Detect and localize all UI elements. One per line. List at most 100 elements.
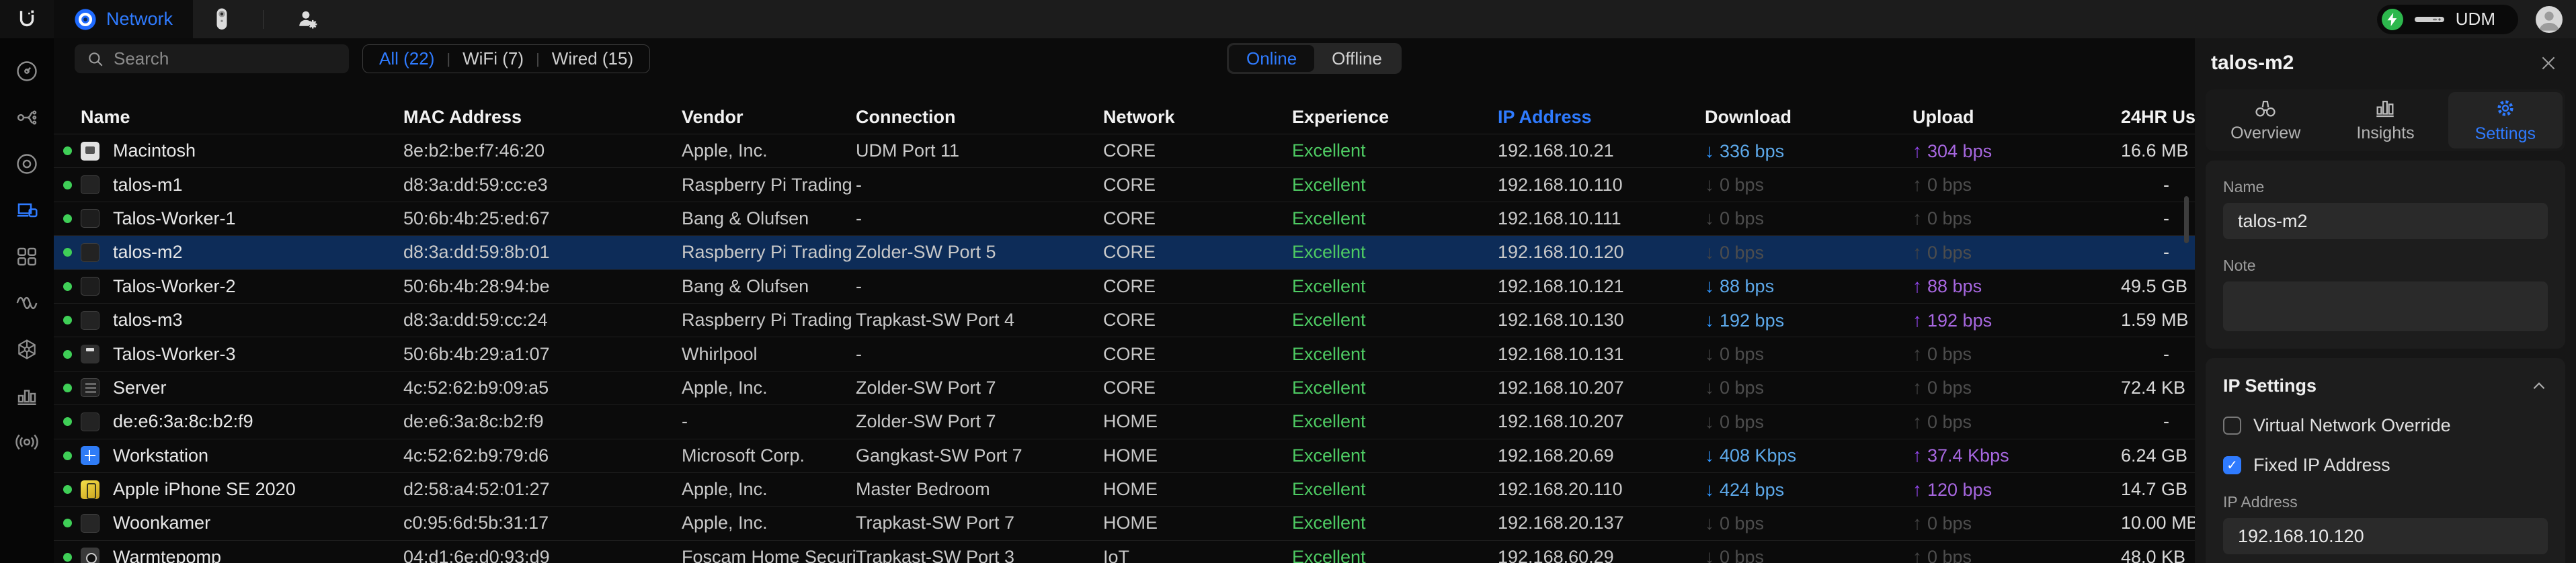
table-row[interactable]: Woonkamerc0:95:6d:5b:31:17Apple, Inc.Tra… xyxy=(54,507,2195,540)
table-row[interactable]: Talos-Worker-150:6b:4b:25:ed:67Bang & Ol… xyxy=(54,202,2195,236)
device-thumbnail xyxy=(81,514,99,533)
sidebar-item-dashboard[interactable] xyxy=(11,56,42,87)
device-thumbnail xyxy=(81,142,99,161)
sidebar-item-hotspot[interactable] xyxy=(11,427,42,458)
vendor: Bang & Olufsen xyxy=(682,276,856,297)
checkbox-icon: ✓ xyxy=(2223,456,2241,474)
sidebar-item-topology[interactable] xyxy=(11,102,42,133)
table-row[interactable]: Macintosh8e:b2:be:f7:46:20Apple, Inc.UDM… xyxy=(54,134,2195,168)
col-download[interactable]: Download xyxy=(1705,107,1913,128)
tab-network[interactable]: Network xyxy=(54,0,193,38)
table-row[interactable]: Server4c:52:62:b9:09:a5Apple, Inc.Zolder… xyxy=(54,372,2195,405)
online-status-icon xyxy=(63,350,72,359)
vendor: Apple, Inc. xyxy=(682,140,856,161)
usage-24hr: 14.7 GB xyxy=(2121,479,2195,500)
upload: ↑0 bps xyxy=(1913,343,2121,365)
col-connection[interactable]: Connection xyxy=(856,107,1103,128)
gear-icon xyxy=(2495,97,2516,119)
col-ip-address[interactable]: IP Address xyxy=(1498,107,1705,128)
col-upload[interactable]: Upload xyxy=(1913,107,2121,128)
status-dot xyxy=(54,384,81,392)
col-network[interactable]: Network xyxy=(1103,107,1292,128)
col-mac[interactable]: MAC Address xyxy=(403,107,682,128)
search-input[interactable]: Search xyxy=(75,44,349,73)
note-input[interactable] xyxy=(2223,282,2548,331)
table-row[interactable]: de:e6:3a:8c:b2:f9de:e6:3a:8c:b2:f9-Zolde… xyxy=(54,405,2195,439)
toggle-offline[interactable]: Offline xyxy=(1314,45,1400,72)
table-scrollbar[interactable] xyxy=(2184,196,2189,243)
table-body: Macintosh8e:b2:be:f7:46:20Apple, Inc.UDM… xyxy=(54,134,2195,563)
unifi-logo[interactable] xyxy=(0,0,54,38)
mac-address: 8e:b2:be:f7:46:20 xyxy=(403,140,682,161)
experience: Excellent xyxy=(1292,513,1498,533)
tab-protect[interactable] xyxy=(193,0,251,38)
experience: Excellent xyxy=(1292,445,1498,466)
download: ↓0 bps xyxy=(1705,513,1913,534)
table-row[interactable]: talos-m2d8:3a:dd:59:8b:01Raspberry Pi Tr… xyxy=(54,236,2195,269)
usage-24hr: 49.5 GB xyxy=(2121,276,2195,297)
filter-separator: | xyxy=(446,50,450,68)
download-arrow-icon: ↓ xyxy=(1705,140,1714,161)
sidebar-item-unifi-devices[interactable] xyxy=(11,148,42,179)
virtual-network-override-checkbox[interactable]: ✓ Virtual Network Override xyxy=(2223,415,2548,436)
experience: Excellent xyxy=(1292,344,1498,365)
device-thumbnail xyxy=(81,446,99,465)
toggle-online[interactable]: Online xyxy=(1229,45,1314,72)
close-icon[interactable] xyxy=(2538,53,2559,73)
sidebar-item-networks[interactable] xyxy=(11,241,42,272)
download: ↓0 bps xyxy=(1705,174,1913,196)
download-arrow-icon: ↓ xyxy=(1705,343,1714,364)
download-arrow-icon: ↓ xyxy=(1705,174,1714,195)
table-row[interactable]: Apple iPhone SE 2020d2:58:a4:52:01:27App… xyxy=(54,473,2195,507)
download-arrow-icon: ↓ xyxy=(1705,242,1714,263)
client-name: de:e6:3a:8c:b2:f9 xyxy=(81,411,403,432)
filter-wifi[interactable]: WiFi (7) xyxy=(462,48,524,69)
filter-all[interactable]: All (22) xyxy=(379,48,434,69)
experience: Excellent xyxy=(1292,140,1498,161)
upload: ↑0 bps xyxy=(1913,208,2121,229)
user-avatar[interactable] xyxy=(2536,6,2563,33)
table-row[interactable]: Talos-Worker-250:6b:4b:28:94:beBang & Ol… xyxy=(54,270,2195,304)
tab-settings[interactable]: Settings xyxy=(2448,92,2563,148)
sidebar-item-wifi-radios[interactable] xyxy=(11,288,42,318)
download: ↓424 bps xyxy=(1705,479,1913,501)
upload: ↑192 bps xyxy=(1913,310,2121,331)
sidebar-item-statistics[interactable] xyxy=(11,380,42,411)
table-row[interactable]: Workstation4c:52:62:b9:79:d6Microsoft Co… xyxy=(54,439,2195,473)
table-row[interactable]: Warmtepomp04:d1:6e:d0:93:d9Foscam Home S… xyxy=(54,541,2195,563)
console-selector[interactable]: UDM xyxy=(2377,5,2518,34)
client-name: Apple iPhone SE 2020 xyxy=(81,479,403,500)
network: CORE xyxy=(1103,175,1292,196)
online-status-icon xyxy=(63,248,72,257)
ip-address-input[interactable]: 192.168.10.120 xyxy=(2223,518,2548,554)
download: ↓336 bps xyxy=(1705,140,1913,162)
status-dot xyxy=(54,181,81,189)
download-arrow-icon: ↓ xyxy=(1705,479,1714,500)
col-name[interactable]: Name xyxy=(81,107,403,128)
device-thumbnail xyxy=(81,480,99,499)
sidebar-item-security[interactable] xyxy=(11,334,42,365)
upload: ↑0 bps xyxy=(1913,546,2121,563)
client-devices-icon xyxy=(15,198,39,222)
chevron-up-icon[interactable] xyxy=(2530,378,2548,395)
tab-insights[interactable]: Insights xyxy=(2328,92,2442,148)
fixed-ip-checkbox[interactable]: ✓ Fixed IP Address xyxy=(2223,455,2548,476)
status-dot xyxy=(54,417,81,426)
col-usage[interactable]: 24HR Usage xyxy=(2121,107,2195,128)
col-experience[interactable]: Experience xyxy=(1292,107,1498,128)
mac-address: 4c:52:62:b9:79:d6 xyxy=(403,445,682,466)
col-vendor[interactable]: Vendor xyxy=(682,107,856,128)
connection: Trapkast-SW Port 4 xyxy=(856,310,1103,331)
name-input[interactable]: talos-m2 xyxy=(2223,203,2548,239)
filter-wired[interactable]: Wired (15) xyxy=(552,48,633,69)
connection: - xyxy=(856,208,1103,229)
tab-overview[interactable]: Overview xyxy=(2208,92,2323,148)
tab-users[interactable] xyxy=(276,0,340,38)
table-row[interactable]: talos-m3d8:3a:dd:59:cc:24Raspberry Pi Tr… xyxy=(54,304,2195,337)
table-row[interactable]: Talos-Worker-350:6b:4b:29:a1:07Whirlpool… xyxy=(54,337,2195,371)
connection: Gangkast-SW Port 7 xyxy=(856,445,1103,466)
sidebar-item-client-devices[interactable] xyxy=(11,195,42,226)
table-row[interactable]: talos-m1d8:3a:dd:59:cc:e3Raspberry Pi Tr… xyxy=(54,168,2195,202)
experience: Excellent xyxy=(1292,208,1498,229)
connection: - xyxy=(856,276,1103,297)
